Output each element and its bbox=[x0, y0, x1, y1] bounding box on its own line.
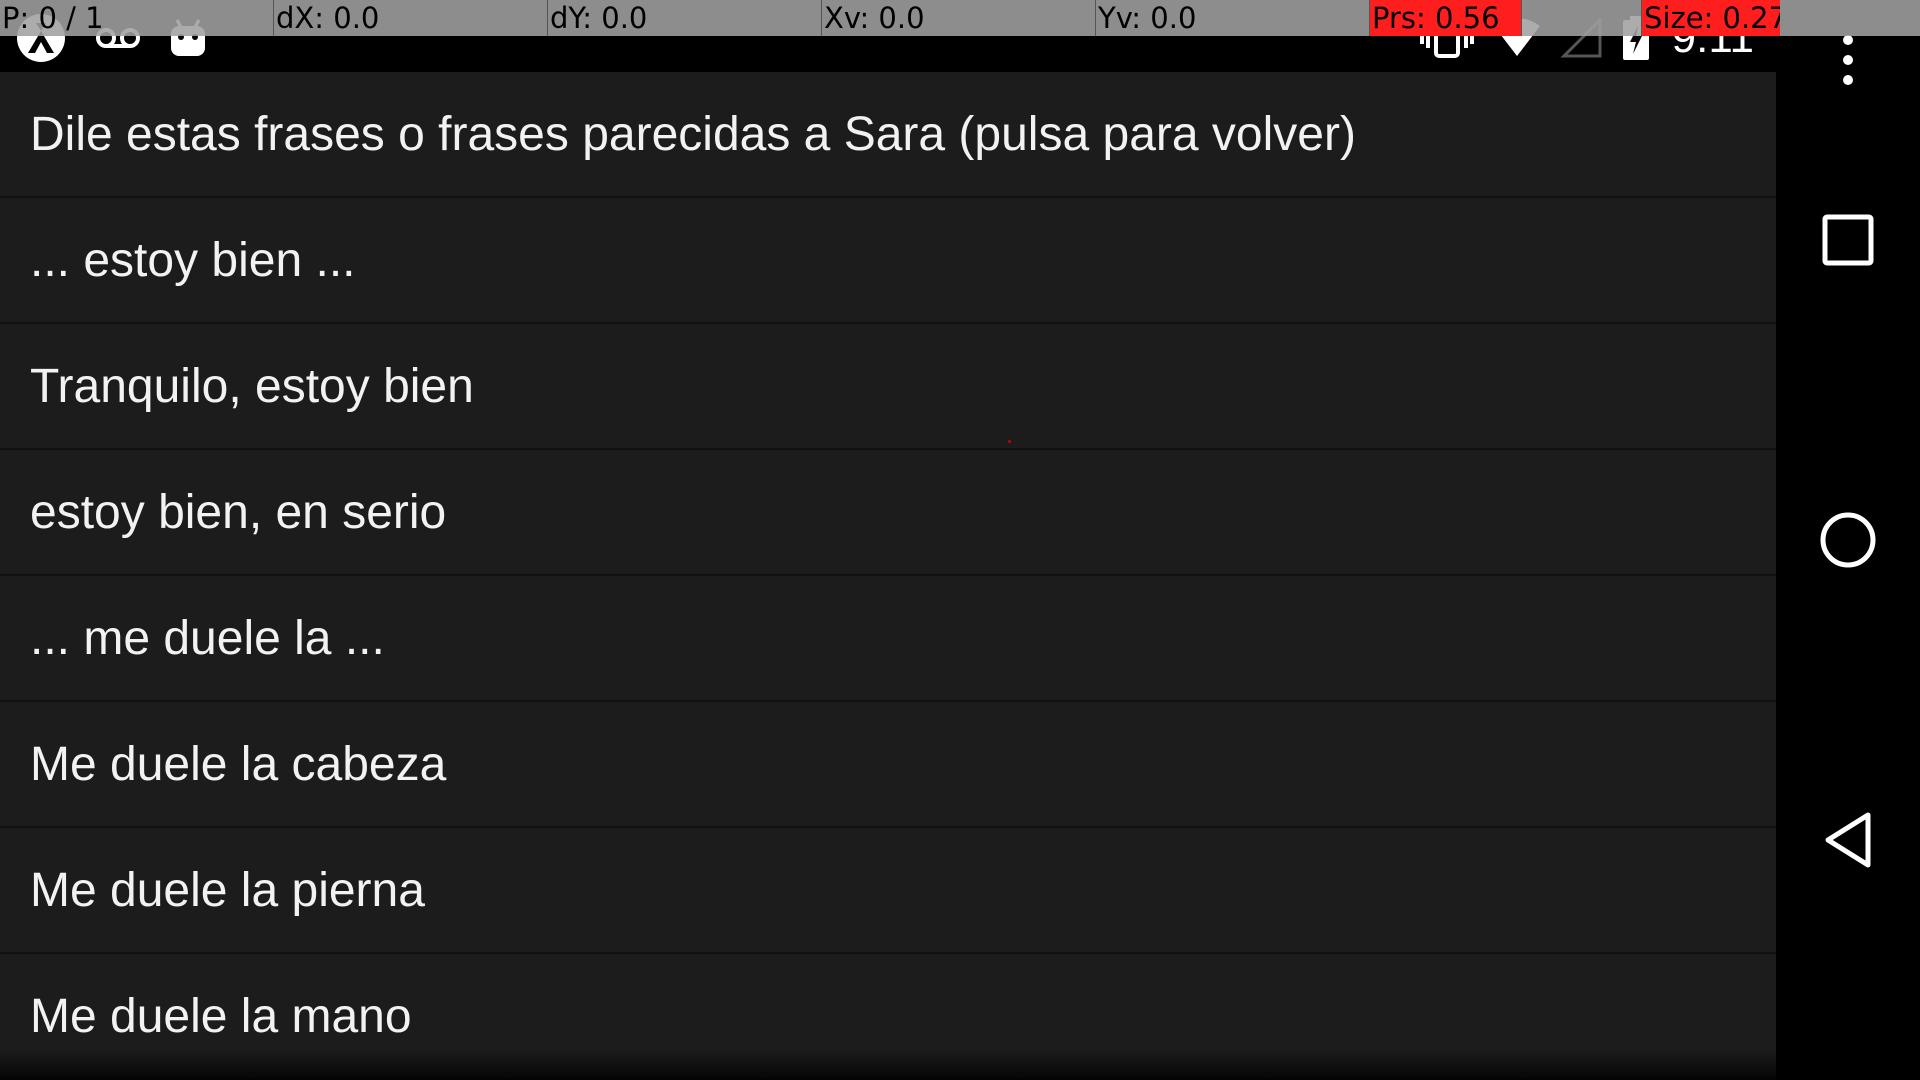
pressure-readout: Prs: 0.56 bbox=[1370, 0, 1522, 36]
list-item[interactable]: Me duele la pierna bbox=[0, 828, 1776, 954]
home-button[interactable] bbox=[1776, 480, 1920, 600]
home-icon bbox=[1820, 512, 1876, 568]
velocity-y-readout: Yv: 0.0 bbox=[1096, 0, 1370, 36]
pointer-location-overlay: P: 0 / 1 dX: 0.0 dY: 0.0 Xv: 0.0 Yv: 0.0… bbox=[0, 0, 1920, 36]
list-item[interactable]: ... me duele la ... bbox=[0, 576, 1776, 702]
velocity-x-readout: Xv: 0.0 bbox=[822, 0, 1096, 36]
back-button[interactable] bbox=[1776, 780, 1920, 900]
overflow-menu-icon bbox=[1843, 35, 1853, 85]
recents-icon bbox=[1822, 214, 1874, 266]
back-icon bbox=[1825, 812, 1871, 868]
list-item[interactable]: Tranquilo, estoy bien bbox=[0, 324, 1776, 450]
navigation-bar bbox=[1776, 72, 1920, 1080]
touch-point-marker bbox=[1008, 440, 1011, 443]
overlay-spacer bbox=[1522, 0, 1642, 36]
phrase-list: Dile estas frases o frases parecidas a S… bbox=[0, 72, 1776, 1080]
list-item[interactable]: Me duele la mano bbox=[0, 954, 1776, 1080]
list-item[interactable]: ... estoy bien ... bbox=[0, 198, 1776, 324]
size-readout: Size: 0.27 bbox=[1642, 0, 1780, 36]
list-item-header[interactable]: Dile estas frases o frases parecidas a S… bbox=[0, 72, 1776, 198]
pointer-count-readout: P: 0 / 1 bbox=[0, 0, 274, 36]
delta-x-readout: dX: 0.0 bbox=[274, 0, 548, 36]
recents-button[interactable] bbox=[1776, 180, 1920, 300]
list-item[interactable]: Me duele la cabeza bbox=[0, 702, 1776, 828]
delta-y-readout: dY: 0.0 bbox=[548, 0, 822, 36]
android-screen: P: 0 / 1 dX: 0.0 dY: 0.0 Xv: 0.0 Yv: 0.0… bbox=[0, 0, 1920, 1080]
list-item[interactable]: estoy bien, en serio bbox=[0, 450, 1776, 576]
